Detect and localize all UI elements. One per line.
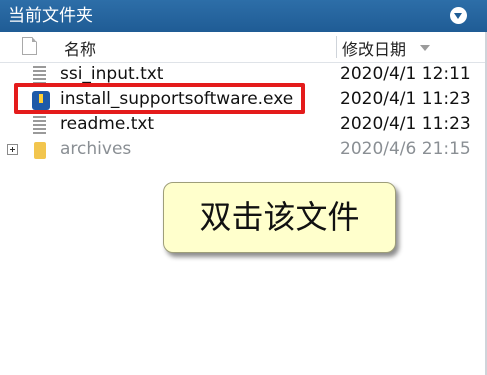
- current-folder-titlebar: 当前文件夹: [0, 0, 487, 32]
- file-date: 2020/4/1 11:23: [340, 114, 471, 134]
- text-file-icon: [33, 116, 46, 135]
- file-name: archives: [60, 139, 132, 159]
- column-divider[interactable]: [336, 36, 337, 58]
- instruction-callout: 双击该文件: [163, 182, 396, 253]
- panel-menu-icon[interactable]: [450, 7, 467, 24]
- file-name: ssi_input.txt: [60, 64, 164, 84]
- file-date: 2020/4/6 21:15: [340, 139, 471, 159]
- file-row-readme[interactable]: readme.txt 2020/4/1 11:23: [0, 113, 487, 138]
- name-column-header[interactable]: 名称: [64, 36, 96, 60]
- file-date: 2020/4/1 12:11: [340, 64, 471, 84]
- file-type-column-icon: [22, 37, 37, 55]
- file-name: readme.txt: [60, 114, 155, 134]
- expand-folder-icon[interactable]: [7, 144, 18, 155]
- panel-title: 当前文件夹: [8, 6, 93, 26]
- file-date: 2020/4/1 11:23: [340, 89, 471, 109]
- column-header: 名称 修改日期: [0, 32, 487, 63]
- file-row-archives[interactable]: archives 2020/4/6 21:15: [0, 138, 487, 163]
- sort-descending-icon: [420, 45, 430, 51]
- highlight-box: [14, 83, 305, 114]
- folder-icon: [34, 142, 46, 159]
- modified-column-header[interactable]: 修改日期: [342, 36, 406, 60]
